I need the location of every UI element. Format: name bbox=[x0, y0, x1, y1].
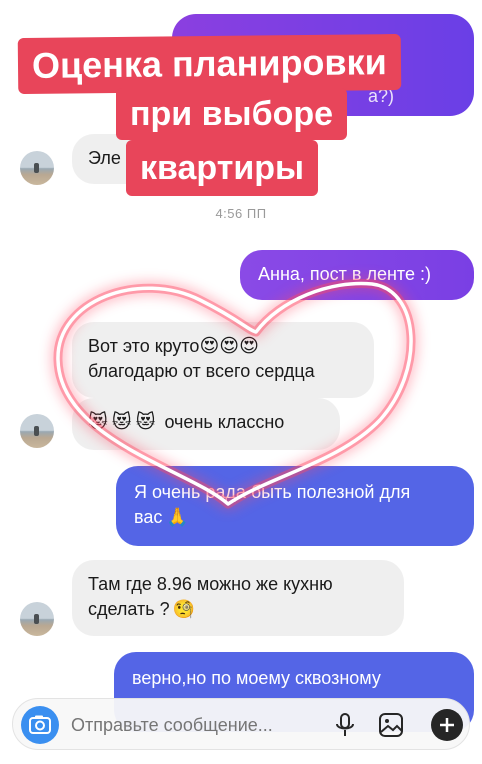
overlay-title-line-3: квартиры bbox=[126, 140, 319, 196]
timestamp: 4:56 ПП bbox=[215, 206, 267, 221]
overlay-title-line-2: при выборе bbox=[116, 88, 348, 140]
incoming-message-2-line-2: благодарю от всего сердца bbox=[88, 361, 315, 381]
incoming-message-3-text: очень классно bbox=[164, 412, 285, 432]
gallery-button[interactable] bbox=[377, 711, 405, 739]
outgoing-message-2-line-2-text: вас bbox=[134, 507, 163, 527]
incoming-message-4[interactable]: Там где 8.96 можно же кухню сделать ? 🧐 bbox=[72, 560, 404, 636]
avatar[interactable] bbox=[20, 602, 54, 636]
overlay-title-line-1-text: Оценка планировки bbox=[31, 41, 387, 86]
overlay-title-line-1: Оценка планировки bbox=[17, 33, 402, 95]
heart-eyes-cat-emoji: 😻😻😻 bbox=[88, 412, 160, 433]
praying-hands-emoji: 🙏 bbox=[166, 507, 189, 527]
monocle-face-emoji: 🧐 bbox=[172, 599, 196, 619]
heart-eyes-emoji: 😍😍😍 bbox=[199, 336, 259, 357]
message-input[interactable] bbox=[71, 709, 321, 741]
overlay-title-line-2-text: при выборе bbox=[130, 95, 334, 133]
avatar[interactable] bbox=[20, 414, 54, 448]
outgoing-message-1[interactable]: Анна, пост в ленте :) bbox=[240, 250, 474, 300]
microphone-button[interactable] bbox=[331, 711, 359, 739]
outgoing-message-2-line-2: вас 🙏 bbox=[134, 505, 456, 530]
overlay-title-line-3-text: квартиры bbox=[140, 149, 305, 187]
outgoing-message-1-text: Анна, пост в ленте :) bbox=[258, 264, 431, 284]
outgoing-message-2[interactable]: Я очень рада быть полезной для вас 🙏 bbox=[116, 466, 474, 546]
incoming-message-1-text: Эле bbox=[88, 148, 121, 168]
incoming-message-2[interactable]: Вот это круто😍😍😍 благодарю от всего серд… bbox=[72, 322, 374, 398]
incoming-message-2-line-1: Вот это круто😍😍😍 bbox=[88, 334, 358, 359]
gallery-icon bbox=[379, 713, 403, 737]
add-button[interactable] bbox=[431, 709, 463, 741]
outgoing-message-3-text: верно,но по моему сквозному bbox=[132, 668, 381, 688]
plus-icon bbox=[440, 718, 454, 732]
incoming-message-4-line-2: сделать ? 🧐 bbox=[88, 597, 388, 622]
message-composer bbox=[12, 698, 470, 750]
incoming-message-4-line-2-text: сделать ? bbox=[88, 599, 170, 619]
microphone-icon bbox=[336, 713, 354, 736]
avatar[interactable] bbox=[20, 151, 54, 185]
incoming-message-2-line-1-text: Вот это круто bbox=[88, 336, 200, 356]
incoming-message-3[interactable]: 😻😻😻 очень классно bbox=[72, 398, 340, 450]
outgoing-message-2-line-1: Я очень рада быть полезной для bbox=[134, 482, 411, 502]
chat-screen: а?) Эле Оценка планировки при выборе ква… bbox=[0, 0, 482, 764]
incoming-message-4-line-1: Там где 8.96 можно же кухню bbox=[88, 574, 333, 594]
camera-button[interactable] bbox=[21, 706, 59, 744]
camera-icon bbox=[29, 715, 51, 734]
